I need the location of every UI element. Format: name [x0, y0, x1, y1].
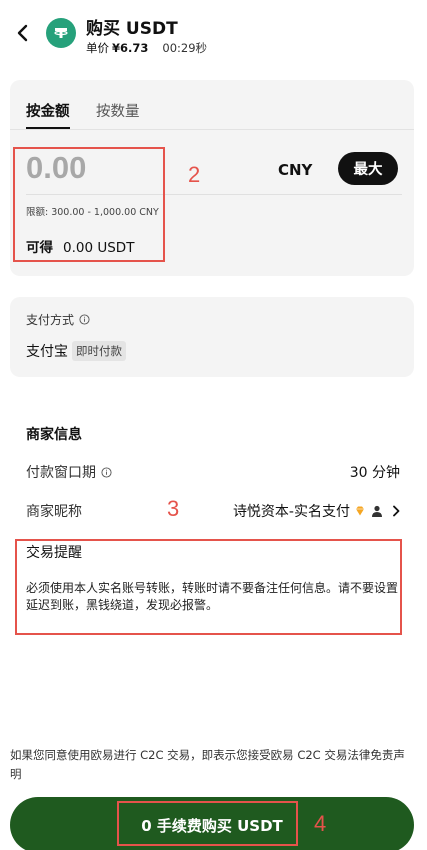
merchant-nickname-row[interactable]: 商家昵称 诗悦资本-实名支付: [26, 501, 400, 523]
user-icon: [372, 505, 382, 517]
payment-window-label: 付款窗口期: [26, 465, 96, 481]
buy-usdt-button[interactable]: 0 手续费购买 USDT: [10, 797, 414, 850]
receive-value: 0.00 USDT: [63, 240, 135, 256]
limit-text: 限额: 300.00 - 1,000.00 CNY: [26, 207, 159, 218]
payment-method-name: 支付宝: [26, 344, 68, 360]
amount-input[interactable]: [26, 148, 256, 188]
merchant-nickname-value: 诗悦资本-实名支付: [232, 504, 350, 520]
merchant-info-title: 商家信息: [26, 427, 82, 443]
buy-button-label: 0 手续费购买 USDT: [141, 816, 283, 835]
legal-disclaimer: 如果您同意使用欧易进行 C2C 交易，即表示您接受欧易 C2C 交易法律免责声明: [10, 748, 405, 781]
price-line: 单价 ¥6.73 00:29秒: [86, 40, 207, 56]
receive-row: 可得 0.00 USDT: [26, 236, 134, 256]
info-icon[interactable]: [101, 466, 112, 478]
page-title: 购买 USDT: [86, 19, 178, 39]
payment-method-label: 支付方式: [26, 313, 75, 327]
merchant-nickname-label: 商家昵称: [26, 504, 82, 520]
payment-window-value: 30 分钟: [349, 465, 400, 481]
payment-method-header: 支付方式: [26, 311, 90, 328]
payment-card: 支付方式 支付宝 即时付款: [10, 297, 414, 377]
tether-logo-icon: [46, 18, 76, 48]
amount-card: 按金额 按数量 CNY 最大 限额: 300.00 - 1,000.00 CNY…: [10, 80, 414, 276]
countdown-timer: 00:29秒: [162, 41, 208, 55]
chevron-right-icon: [393, 505, 400, 517]
trade-reminder-text: 必须使用本人实名账号转账，转账时请不要备注任何信息。请不要设置延迟到账，黑钱绕道…: [26, 581, 399, 612]
tabs-divider: [10, 129, 414, 130]
payment-window-row: 付款窗口期 30 分钟: [26, 462, 400, 484]
receive-label: 可得: [26, 240, 53, 256]
tab-by-amount[interactable]: 按金额: [26, 100, 70, 121]
instant-payment-badge: 即时付款: [72, 341, 126, 361]
info-icon[interactable]: [79, 314, 90, 325]
back-arrow-icon[interactable]: [13, 22, 33, 44]
header: 购买 USDT 单价 ¥6.73 00:29秒: [0, 0, 427, 70]
tab-by-quantity[interactable]: 按数量: [96, 100, 140, 121]
trade-reminder-title: 交易提醒: [26, 545, 82, 561]
currency-label: CNY: [278, 161, 313, 179]
price-value: ¥6.73: [112, 41, 149, 55]
input-divider: [26, 194, 402, 195]
price-label: 单价: [86, 41, 109, 55]
payment-method-option[interactable]: 支付宝 即时付款: [26, 341, 126, 361]
max-button[interactable]: 最大: [338, 152, 398, 185]
diamond-icon: [356, 506, 364, 516]
